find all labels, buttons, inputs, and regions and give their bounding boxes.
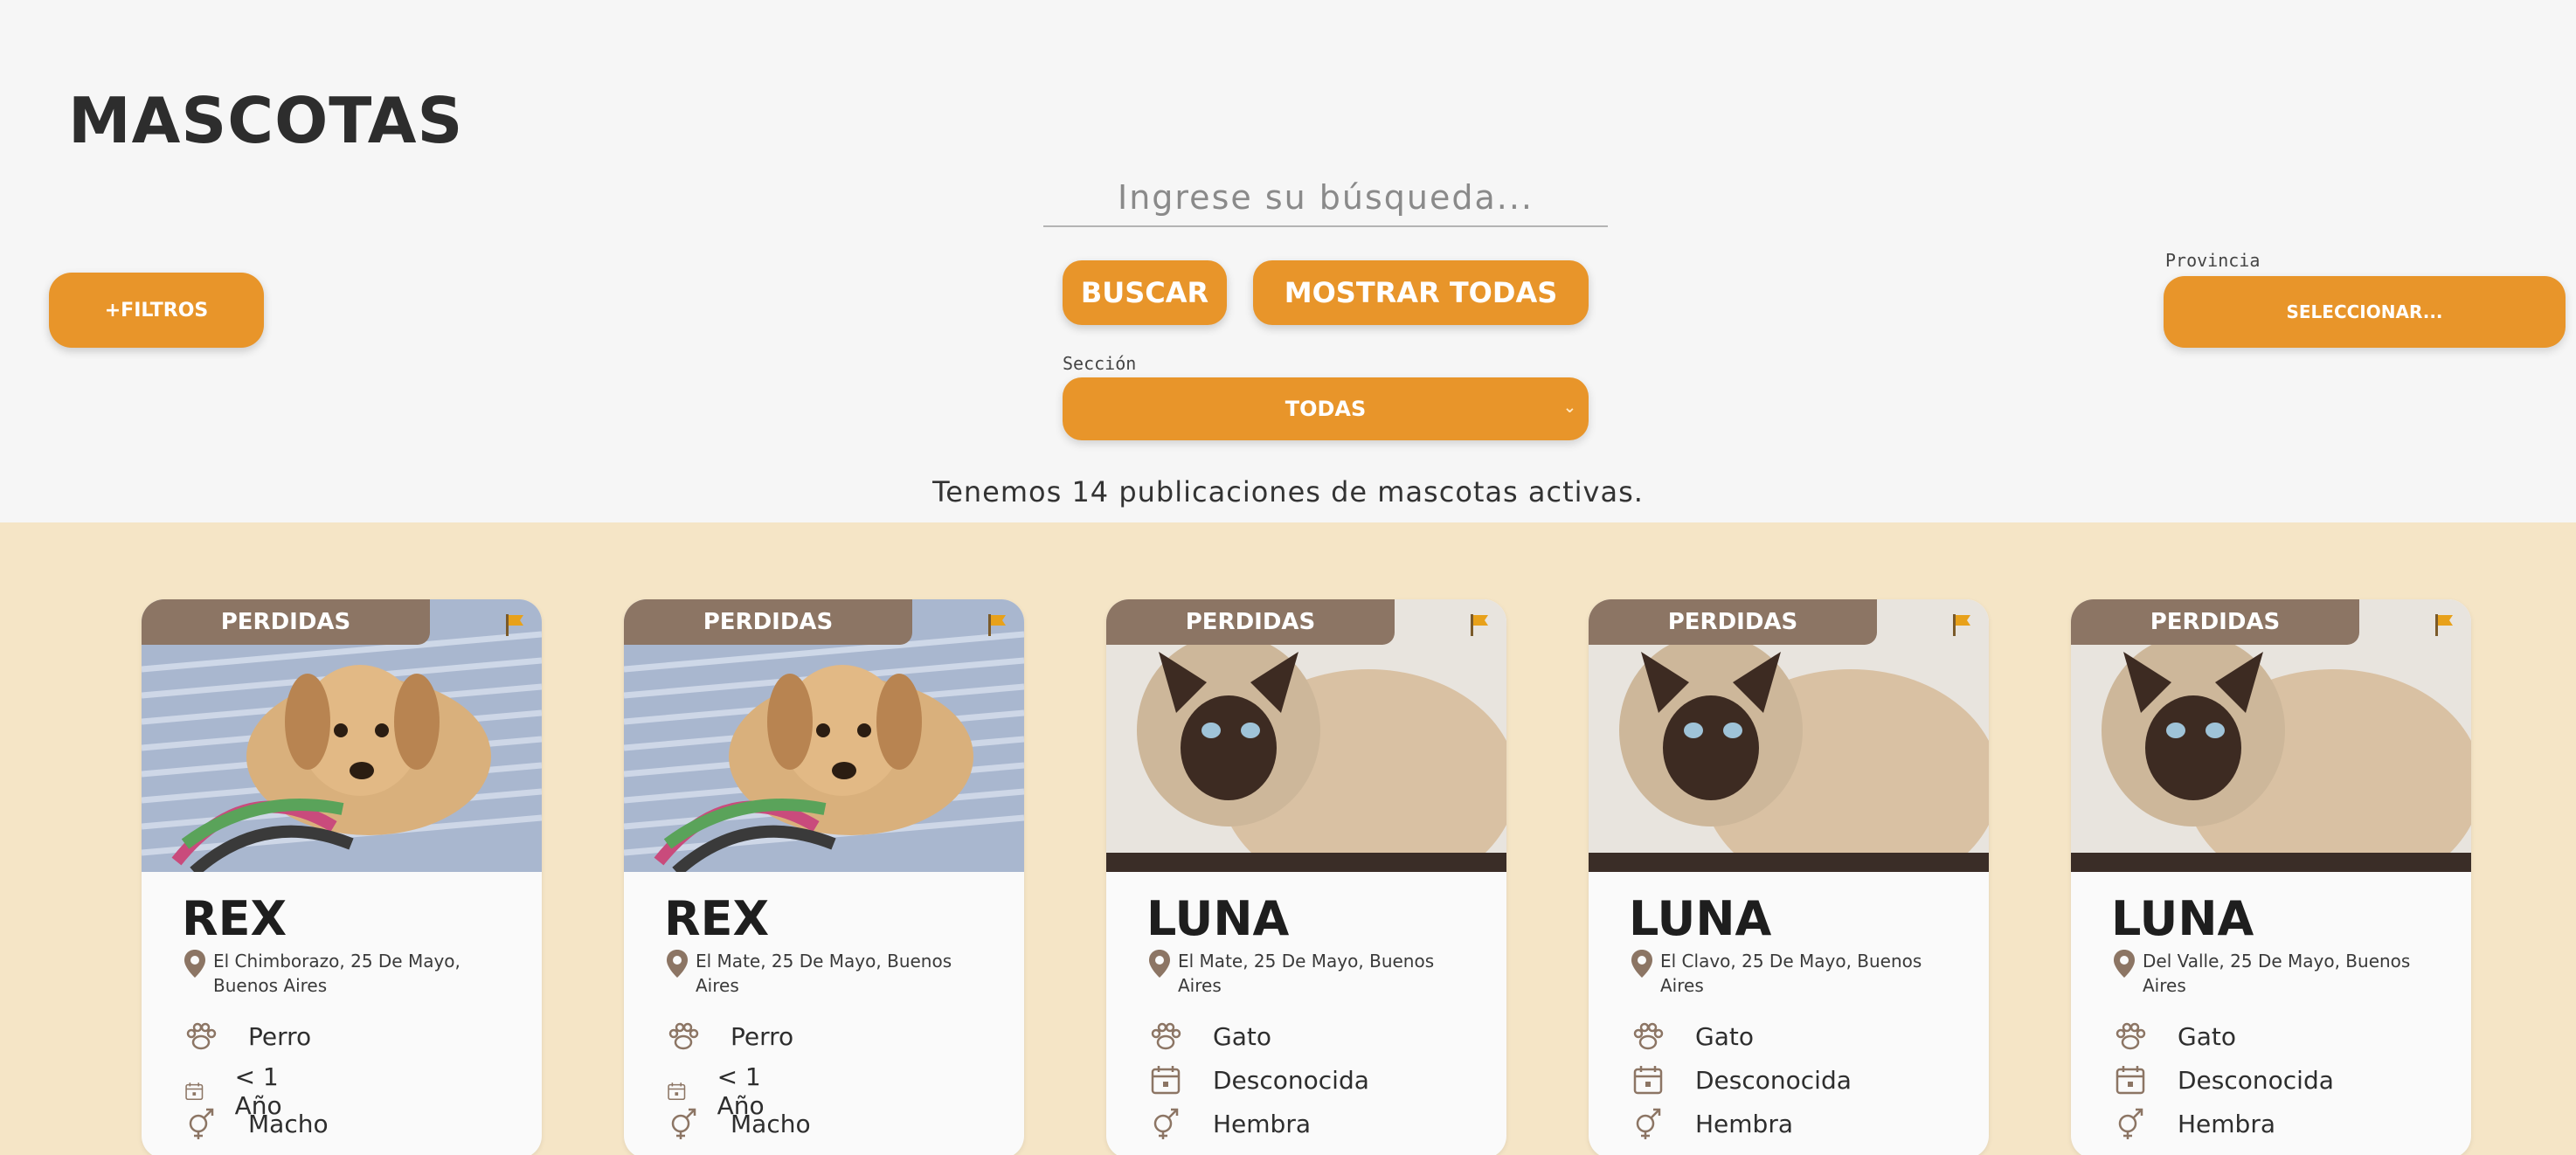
- location-text: El Clavo, 25 De Mayo, Buenos Aires: [1660, 951, 1922, 996]
- calendar-icon: [668, 1082, 686, 1100]
- pet-name: LUNA: [1629, 891, 1772, 946]
- location-pin-icon: [184, 950, 205, 978]
- location-text: El Mate, 25 De Mayo, Buenos Aires: [696, 951, 952, 996]
- search-button[interactable]: BUSCAR: [1063, 260, 1227, 325]
- publications-count-text: Tenemos 14 publicaciones de mascotas act…: [932, 475, 1644, 508]
- age-row: Desconocida: [1148, 1062, 1369, 1097]
- sex-text: Hembra: [1695, 1109, 1793, 1138]
- species-row: Gato: [1148, 1019, 1271, 1054]
- paw-icon: [186, 1022, 217, 1050]
- paw-icon: [2116, 1022, 2146, 1050]
- section-select-value: TODAS: [1285, 397, 1367, 421]
- calendar-icon: [1633, 1066, 1663, 1095]
- show-all-button[interactable]: MOSTRAR TODAS: [1253, 260, 1589, 325]
- gender-icon: [1636, 1108, 1661, 1139]
- sex-row: Macho: [184, 1106, 329, 1141]
- filters-toggle-button[interactable]: +FILTROS: [49, 273, 264, 348]
- province-select[interactable]: SELECCIONAR...: [2164, 276, 2566, 348]
- sex-row: Macho: [666, 1106, 811, 1141]
- gender-icon: [189, 1108, 214, 1139]
- header-area: MASCOTAS +FILTROS Ingrese su búsqueda...…: [0, 0, 2576, 522]
- age-text: Desconocida: [1213, 1065, 1369, 1095]
- paw-icon: [668, 1022, 699, 1050]
- gender-icon: [1153, 1108, 1179, 1139]
- species-text: Perro: [248, 1021, 312, 1051]
- age-text: Desconocida: [1695, 1065, 1852, 1095]
- pet-name: REX: [182, 891, 287, 946]
- paw-icon: [1151, 1022, 1181, 1050]
- species-row: Perro: [666, 1019, 793, 1054]
- status-badge: PERDIDAS: [1106, 599, 1395, 645]
- pet-location: Del Valle, 25 De Mayo, Buenos Aires: [2113, 949, 2422, 998]
- sex-text: Macho: [731, 1109, 811, 1138]
- location-text: Del Valle, 25 De Mayo, Buenos Aires: [2143, 951, 2411, 996]
- flag-icon[interactable]: [2431, 612, 2457, 638]
- pet-name: REX: [664, 891, 770, 946]
- search-input[interactable]: Ingrese su búsqueda...: [1043, 168, 1608, 227]
- status-badge: PERDIDAS: [2071, 599, 2359, 645]
- gender-icon: [2118, 1108, 2143, 1139]
- calendar-icon: [1151, 1066, 1181, 1095]
- status-badge: PERDIDAS: [142, 599, 430, 645]
- location-pin-icon: [1631, 950, 1652, 978]
- species-row: Gato: [1631, 1019, 1754, 1054]
- province-label: Provincia: [2165, 250, 2261, 271]
- species-text: Gato: [2178, 1021, 2236, 1051]
- flag-icon[interactable]: [1466, 612, 1492, 638]
- flag-icon[interactable]: [984, 612, 1010, 638]
- species-row: Perro: [184, 1019, 311, 1054]
- calendar-icon: [2116, 1066, 2145, 1095]
- location-pin-icon: [1149, 950, 1170, 978]
- pet-location: El Mate, 25 De Mayo, Buenos Aires: [1148, 949, 1458, 998]
- pet-location: El Mate, 25 De Mayo, Buenos Aires: [666, 949, 975, 998]
- species-row: Gato: [2113, 1019, 2236, 1054]
- status-badge: PERDIDAS: [624, 599, 912, 645]
- age-text: Desconocida: [2178, 1065, 2334, 1095]
- flag-icon[interactable]: [1949, 612, 1975, 638]
- page-title: MASCOTAS: [68, 84, 464, 157]
- location-text: El Chimborazo, 25 De Mayo, Buenos Aires: [213, 951, 460, 996]
- flag-icon[interactable]: [502, 612, 528, 638]
- section-select[interactable]: TODAS ⌄: [1063, 377, 1589, 440]
- location-pin-icon: [667, 950, 688, 978]
- gender-icon: [671, 1108, 696, 1139]
- chevron-down-icon: ⌄: [1562, 398, 1576, 417]
- pet-location: El Clavo, 25 De Mayo, Buenos Aires: [1631, 949, 1940, 998]
- location-text: El Mate, 25 De Mayo, Buenos Aires: [1178, 951, 1435, 996]
- sex-text: Macho: [248, 1109, 329, 1138]
- pet-name: LUNA: [2111, 891, 2254, 946]
- section-label: Sección: [1063, 353, 1137, 374]
- species-text: Gato: [1213, 1021, 1271, 1051]
- sex-row: Hembra: [2113, 1106, 2275, 1141]
- species-text: Perro: [731, 1021, 794, 1051]
- sex-text: Hembra: [1213, 1109, 1311, 1138]
- status-badge: PERDIDAS: [1589, 599, 1877, 645]
- species-text: Gato: [1695, 1021, 1754, 1051]
- paw-icon: [1633, 1022, 1664, 1050]
- age-row: Desconocida: [2113, 1062, 2334, 1097]
- location-pin-icon: [2114, 950, 2135, 978]
- age-row: Desconocida: [1631, 1062, 1852, 1097]
- pet-name: LUNA: [1146, 891, 1290, 946]
- sex-row: Hembra: [1148, 1106, 1311, 1141]
- pet-location: El Chimborazo, 25 De Mayo, Buenos Aires: [184, 949, 493, 998]
- sex-text: Hembra: [2178, 1109, 2275, 1138]
- calendar-icon: [185, 1082, 204, 1100]
- sex-row: Hembra: [1631, 1106, 1793, 1141]
- province-select-value: SELECCIONAR...: [2286, 301, 2443, 322]
